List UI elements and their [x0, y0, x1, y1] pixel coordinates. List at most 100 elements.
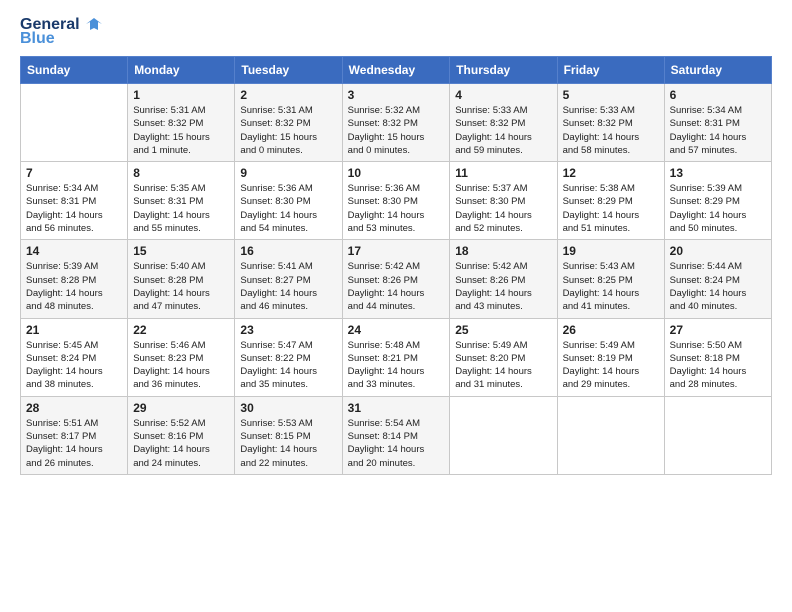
day-info: Sunrise: 5:42 AM Sunset: 8:26 PM Dayligh… — [348, 260, 445, 313]
day-number: 16 — [240, 244, 336, 258]
calendar-cell — [557, 396, 664, 474]
day-number: 3 — [348, 88, 445, 102]
day-info: Sunrise: 5:31 AM Sunset: 8:32 PM Dayligh… — [133, 104, 229, 157]
calendar-week-5: 28Sunrise: 5:51 AM Sunset: 8:17 PM Dayli… — [21, 396, 772, 474]
day-info: Sunrise: 5:36 AM Sunset: 8:30 PM Dayligh… — [240, 182, 336, 235]
day-info: Sunrise: 5:33 AM Sunset: 8:32 PM Dayligh… — [563, 104, 659, 157]
calendar-week-1: 1 Sunrise: 5:31 AM Sunset: 8:32 PM Daylig… — [21, 84, 772, 162]
calendar-week-2: 7Sunrise: 5:34 AM Sunset: 8:31 PM Daylig… — [21, 162, 772, 240]
calendar-cell: 19 Sunrise: 5:43 AM Sunset: 8:25 PM Dayli… — [557, 240, 664, 318]
calendar-cell: 21 Sunrise: 5:45 AM Sunset: 8:24 PM Dayli… — [21, 318, 128, 396]
calendar-cell: 13 Sunrise: 5:39 AM Sunset: 8:29 PM Dayli… — [664, 162, 771, 240]
day-number: 14 — [26, 244, 122, 258]
day-number: 22 — [133, 323, 229, 337]
header-monday: Monday — [128, 57, 235, 84]
calendar-cell: 2Sunrise: 5:31 AM Sunset: 8:32 PM Daylig… — [235, 84, 342, 162]
day-number: 23 — [240, 323, 336, 337]
calendar-week-4: 21 Sunrise: 5:45 AM Sunset: 8:24 PM Dayli… — [21, 318, 772, 396]
day-info: Sunrise: 5:44 AM Sunset: 8:24 PM Dayligh… — [670, 260, 766, 313]
day-number: 15 — [133, 244, 229, 258]
day-number: 6 — [670, 88, 766, 102]
day-number: 27 — [670, 323, 766, 337]
calendar-table: SundayMondayTuesdayWednesdayThursdayFrid… — [20, 56, 772, 475]
day-info: Sunrise: 5:50 AM Sunset: 8:18 PM Dayligh… — [670, 339, 766, 392]
day-number: 13 — [670, 166, 766, 180]
calendar-cell: 22 Sunrise: 5:46 AM Sunset: 8:23 PM Dayli… — [128, 318, 235, 396]
day-info: Sunrise: 5:45 AM Sunset: 8:24 PM Dayligh… — [26, 339, 122, 392]
calendar-week-3: 14 Sunrise: 5:39 AM Sunset: 8:28 PM Dayli… — [21, 240, 772, 318]
day-info: Sunrise: 5:46 AM Sunset: 8:23 PM Dayligh… — [133, 339, 229, 392]
calendar-cell: 16Sunrise: 5:41 AM Sunset: 8:27 PM Dayli… — [235, 240, 342, 318]
day-number: 20 — [670, 244, 766, 258]
day-info: Sunrise: 5:42 AM Sunset: 8:26 PM Dayligh… — [455, 260, 551, 313]
day-number: 28 — [26, 401, 122, 415]
day-info: Sunrise: 5:48 AM Sunset: 8:21 PM Dayligh… — [348, 339, 445, 392]
header-tuesday: Tuesday — [235, 57, 342, 84]
day-number: 11 — [455, 166, 551, 180]
calendar-cell: 7Sunrise: 5:34 AM Sunset: 8:31 PM Daylig… — [21, 162, 128, 240]
calendar-cell — [664, 396, 771, 474]
calendar-cell: 14 Sunrise: 5:39 AM Sunset: 8:28 PM Dayli… — [21, 240, 128, 318]
calendar-cell: 9 Sunrise: 5:36 AM Sunset: 8:30 PM Daylig… — [235, 162, 342, 240]
calendar-cell: 27 Sunrise: 5:50 AM Sunset: 8:18 PM Dayli… — [664, 318, 771, 396]
logo-text-block: General Blue — [20, 16, 104, 48]
calendar-header-row: SundayMondayTuesdayWednesdayThursdayFrid… — [21, 57, 772, 84]
day-info: Sunrise: 5:35 AM Sunset: 8:31 PM Dayligh… — [133, 182, 229, 235]
calendar-cell: 10Sunrise: 5:36 AM Sunset: 8:30 PM Dayli… — [342, 162, 450, 240]
calendar-cell: 31Sunrise: 5:54 AM Sunset: 8:14 PM Dayli… — [342, 396, 450, 474]
calendar-cell: 6 Sunrise: 5:34 AM Sunset: 8:31 PM Daylig… — [664, 84, 771, 162]
calendar-cell: 8 Sunrise: 5:35 AM Sunset: 8:31 PM Daylig… — [128, 162, 235, 240]
logo: General Blue — [20, 16, 104, 48]
day-number: 2 — [240, 88, 336, 102]
calendar-cell: 15 Sunrise: 5:40 AM Sunset: 8:28 PM Dayli… — [128, 240, 235, 318]
day-number: 19 — [563, 244, 659, 258]
logo-blue: Blue — [20, 30, 55, 48]
header-friday: Friday — [557, 57, 664, 84]
day-number: 25 — [455, 323, 551, 337]
logo-flag-icon — [82, 16, 104, 34]
calendar-cell: 23 Sunrise: 5:47 AM Sunset: 8:22 PM Dayli… — [235, 318, 342, 396]
calendar-cell: 24 Sunrise: 5:48 AM Sunset: 8:21 PM Dayli… — [342, 318, 450, 396]
day-info: Sunrise: 5:34 AM Sunset: 8:31 PM Dayligh… — [670, 104, 766, 157]
day-info: Sunrise: 5:52 AM Sunset: 8:16 PM Dayligh… — [133, 417, 229, 470]
day-info: Sunrise: 5:49 AM Sunset: 8:19 PM Dayligh… — [563, 339, 659, 392]
calendar-cell: 11Sunrise: 5:37 AM Sunset: 8:30 PM Dayli… — [450, 162, 557, 240]
day-number: 18 — [455, 244, 551, 258]
calendar-cell: 25Sunrise: 5:49 AM Sunset: 8:20 PM Dayli… — [450, 318, 557, 396]
day-info: Sunrise: 5:39 AM Sunset: 8:28 PM Dayligh… — [26, 260, 122, 313]
day-number: 8 — [133, 166, 229, 180]
calendar-cell: 3Sunrise: 5:32 AM Sunset: 8:32 PM Daylig… — [342, 84, 450, 162]
day-number: 29 — [133, 401, 229, 415]
calendar-cell — [21, 84, 128, 162]
calendar-cell: 4 Sunrise: 5:33 AM Sunset: 8:32 PM Daylig… — [450, 84, 557, 162]
day-number: 4 — [455, 88, 551, 102]
day-number: 7 — [26, 166, 122, 180]
calendar-cell: 12Sunrise: 5:38 AM Sunset: 8:29 PM Dayli… — [557, 162, 664, 240]
day-number: 1 — [133, 88, 229, 102]
day-info: Sunrise: 5:36 AM Sunset: 8:30 PM Dayligh… — [348, 182, 445, 235]
day-info: Sunrise: 5:40 AM Sunset: 8:28 PM Dayligh… — [133, 260, 229, 313]
day-info: Sunrise: 5:47 AM Sunset: 8:22 PM Dayligh… — [240, 339, 336, 392]
calendar-cell: 28Sunrise: 5:51 AM Sunset: 8:17 PM Dayli… — [21, 396, 128, 474]
day-info: Sunrise: 5:53 AM Sunset: 8:15 PM Dayligh… — [240, 417, 336, 470]
day-info: Sunrise: 5:33 AM Sunset: 8:32 PM Dayligh… — [455, 104, 551, 157]
calendar-cell: 26Sunrise: 5:49 AM Sunset: 8:19 PM Dayli… — [557, 318, 664, 396]
day-info: Sunrise: 5:43 AM Sunset: 8:25 PM Dayligh… — [563, 260, 659, 313]
day-number: 9 — [240, 166, 336, 180]
calendar-cell: 20 Sunrise: 5:44 AM Sunset: 8:24 PM Dayli… — [664, 240, 771, 318]
calendar-cell: 1 Sunrise: 5:31 AM Sunset: 8:32 PM Daylig… — [128, 84, 235, 162]
header-wednesday: Wednesday — [342, 57, 450, 84]
calendar-cell: 18 Sunrise: 5:42 AM Sunset: 8:26 PM Dayli… — [450, 240, 557, 318]
calendar-cell: 29 Sunrise: 5:52 AM Sunset: 8:16 PM Dayli… — [128, 396, 235, 474]
header-saturday: Saturday — [664, 57, 771, 84]
day-number: 31 — [348, 401, 445, 415]
day-number: 17 — [348, 244, 445, 258]
day-number: 30 — [240, 401, 336, 415]
calendar-cell: 5 Sunrise: 5:33 AM Sunset: 8:32 PM Daylig… — [557, 84, 664, 162]
header-sunday: Sunday — [21, 57, 128, 84]
day-info: Sunrise: 5:38 AM Sunset: 8:29 PM Dayligh… — [563, 182, 659, 235]
day-number: 21 — [26, 323, 122, 337]
day-number: 24 — [348, 323, 445, 337]
day-info: Sunrise: 5:39 AM Sunset: 8:29 PM Dayligh… — [670, 182, 766, 235]
day-number: 5 — [563, 88, 659, 102]
